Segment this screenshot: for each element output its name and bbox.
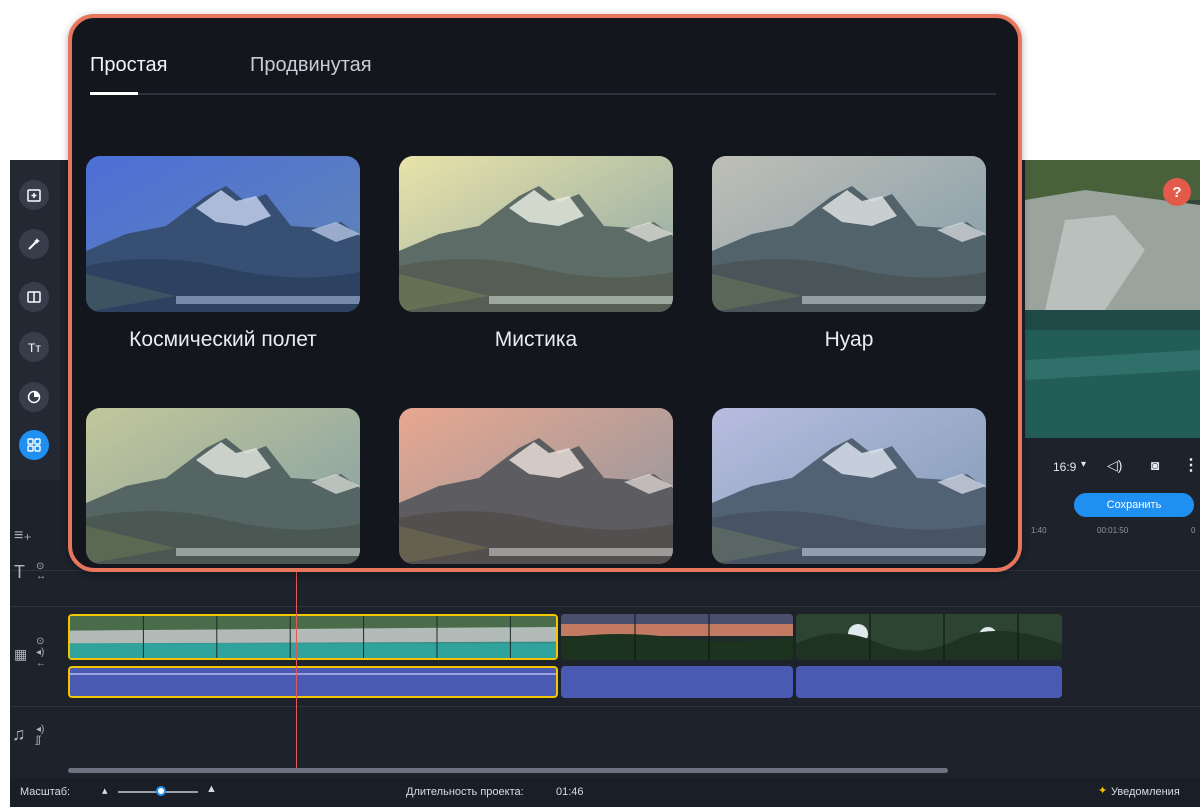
- audio-track-icon: ♫: [12, 724, 26, 744]
- clip-thumbnail-strip: [561, 614, 793, 660]
- ruler-tick-label: 0: [1191, 526, 1196, 535]
- zoom-out-icon[interactable]: ▴: [102, 784, 108, 797]
- import-icon[interactable]: [19, 180, 49, 210]
- video-track-icon: ▦: [14, 646, 28, 662]
- track-controls-icon[interactable]: ⊙ ◂) ←: [36, 636, 46, 669]
- video-clip-selected[interactable]: [68, 614, 558, 698]
- status-bar: Масштаб: ▴ ▲ Длительность проекта: 01:46…: [10, 778, 1200, 807]
- filter-label: Мистика: [494, 328, 578, 351]
- zoom-in-icon[interactable]: ▲: [206, 783, 217, 795]
- filter-label: Нуар: [824, 328, 874, 351]
- player-controls: 16:9 ▾ ◁) ◙ ⋮: [1025, 440, 1200, 484]
- zoom-slider-handle[interactable]: [156, 786, 166, 796]
- filter-thumbnail[interactable]: [86, 408, 360, 564]
- filter-thumbnail[interactable]: [399, 408, 673, 564]
- clip-audio-bar[interactable]: [561, 666, 793, 698]
- video-clip[interactable]: [561, 614, 793, 698]
- svg-text:Tт: Tт: [28, 341, 41, 355]
- filter-thumbnail[interactable]: [712, 156, 986, 312]
- tabs-divider: [90, 93, 996, 95]
- track-divider: [10, 606, 1200, 607]
- duration-value: 01:46: [556, 786, 584, 798]
- notifications-button[interactable]: Уведомления: [1111, 786, 1180, 798]
- zoom-label: Масштаб:: [20, 786, 71, 798]
- timeline-ruler: 1:40 00:01:50 0: [1025, 520, 1200, 542]
- volume-icon[interactable]: ◁): [1107, 457, 1122, 474]
- save-button[interactable]: Сохранить: [1074, 493, 1194, 517]
- track-divider: [10, 706, 1200, 707]
- filter-label: Космический полет: [129, 328, 317, 351]
- text-track-icon: T: [14, 562, 25, 582]
- more-options-icon[interactable]: ⋮: [1183, 455, 1199, 475]
- timeline-scrollbar[interactable]: [68, 768, 948, 773]
- magic-wand-icon[interactable]: [19, 229, 49, 259]
- clip-thumbnail-strip: [796, 614, 1062, 660]
- active-tab-indicator: [90, 92, 138, 95]
- filter-thumbnail[interactable]: [712, 408, 986, 564]
- filter-thumbnail[interactable]: [399, 156, 673, 312]
- chevron-down-icon: ▾: [1081, 459, 1087, 470]
- tab-advanced[interactable]: Продвинутая: [250, 54, 372, 77]
- duration-label: Длительность проекта:: [406, 786, 524, 798]
- ruler-tick-label: 00:01:50: [1097, 526, 1129, 535]
- clip-thumbnail-strip: [68, 614, 558, 660]
- playhead[interactable]: [296, 560, 297, 770]
- help-button[interactable]: ?: [1163, 178, 1191, 206]
- track-visibility-icon[interactable]: ⊙ ↔: [36, 562, 46, 582]
- tab-simple[interactable]: Простая: [90, 54, 168, 77]
- transitions-icon[interactable]: [19, 282, 49, 312]
- video-clip[interactable]: [796, 614, 1062, 698]
- left-toolbar: Tт: [10, 160, 60, 480]
- stickers-icon[interactable]: [19, 382, 49, 412]
- aspect-ratio-select[interactable]: 16:9: [1053, 460, 1076, 474]
- ruler-tick-label: 1:40: [1031, 526, 1047, 535]
- bell-icon[interactable]: ✦: [1098, 784, 1107, 797]
- add-track-icon[interactable]: ≡₊: [14, 525, 32, 545]
- more-tools-icon[interactable]: [19, 430, 49, 460]
- clip-audio-bar[interactable]: [68, 666, 558, 698]
- audio-controls-icon[interactable]: ◂) ʃʃ: [36, 724, 44, 746]
- titles-icon[interactable]: Tт: [19, 332, 49, 362]
- snapshot-icon[interactable]: ◙: [1151, 457, 1159, 473]
- filter-thumbnail[interactable]: [86, 156, 360, 312]
- clip-audio-bar[interactable]: [796, 666, 1062, 698]
- filters-panel: Простая Продвинутая Космический полет Мис…: [68, 14, 1022, 572]
